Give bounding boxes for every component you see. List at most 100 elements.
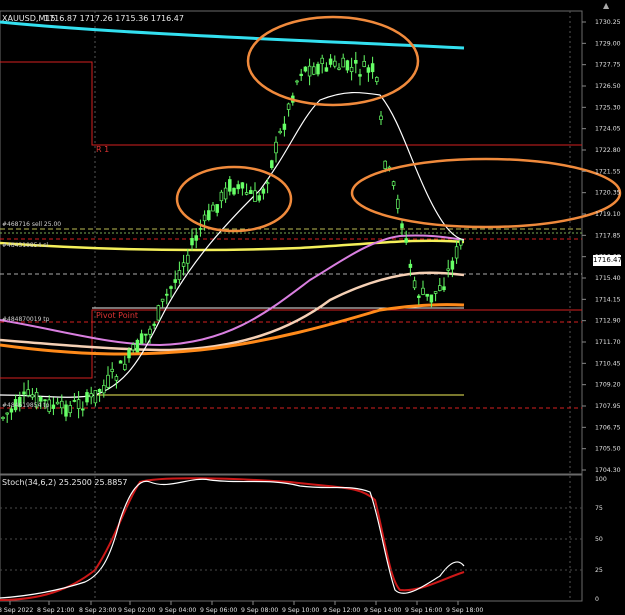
price-tick-label: 1712.90 [595,318,621,325]
pivot-point-label: Pivot Point [96,311,139,320]
candle-body [26,389,30,396]
stoch-tick-label: 75 [595,505,603,512]
candle-body [81,408,85,411]
candle-body [72,400,77,402]
time-tick-label: 9 Sep 16:00 [405,607,442,614]
candle-body [177,270,182,280]
candle-body [97,388,102,393]
order-tag-tp[interactable]: #484870019 tp [2,316,49,323]
candle-body [186,254,190,264]
order-tag-sl[interactable]: #484319854 sl [2,242,48,249]
time-tick-label: 9 Sep 04:00 [159,607,196,614]
candle-body [240,182,245,189]
time-tick-label: 9 Sep 08:00 [241,607,278,614]
candle-body [442,286,446,291]
time-axis[interactable]: 8 Sep 2022 8 Sep 21:00 8 Sep 23:00 9 Sep 02… [0,601,483,614]
stoch-title: Stoch(34,6,2) 25.2500 25.8857 [2,478,128,487]
price-tick-label: 1727.75 [595,62,621,69]
price-tick-label: 1725.30 [595,104,621,111]
highlight-ellipse-top [246,15,420,107]
time-tick-label: 9 Sep 10:00 [282,607,319,614]
candle-body [110,368,114,372]
candle-body [51,404,56,409]
candle-body [320,57,324,64]
candle-body [396,198,400,209]
candle-body [265,182,270,185]
order-tag-sell[interactable]: #468716 sell 25.00 [2,221,61,228]
candle-body [169,286,173,289]
candle-body [60,400,64,409]
price-tick-label: 1711.70 [595,339,621,346]
grid-lines [94,11,571,601]
candle-body [383,160,387,169]
candle-body [412,280,417,289]
time-tick-label: 9 Sep 02:00 [118,607,155,614]
candle-body [450,260,455,270]
time-tick-label: 9 Sep 06:00 [200,607,237,614]
candle-body [194,235,198,241]
candle-body [295,80,299,83]
candle-body [425,293,429,297]
time-tick-label: 9 Sep 12:00 [323,607,360,614]
candle-body [408,263,413,268]
candle-body [89,393,93,398]
candle-body [165,293,169,296]
drawn-ellipses[interactable] [175,15,622,233]
price-tick-label: 1706.75 [595,424,621,431]
candle-body [349,67,354,73]
candle-body [286,103,291,110]
trading-chart-window: 1730.25 1729.00 1727.75 1726.50 1725.30 1724.… [0,0,625,615]
chevron-up-icon[interactable]: ▲ [603,1,609,10]
candle-body [102,385,106,394]
candle-body [282,123,287,130]
price-chart[interactable]: 1730.25 1729.00 1727.75 1726.50 1725.30 1724.… [0,0,625,615]
price-tick-label: 1707.95 [595,403,621,410]
candle-body [249,190,253,195]
candle-body [9,408,14,413]
candle-body [123,363,127,370]
order-tag-tp-2[interactable]: #484619854 tp [2,402,49,409]
stoch-tick-label: 100 [595,476,607,483]
candle-body [181,262,186,267]
candle-body [55,401,60,405]
price-tick-label: 1710.45 [595,360,621,367]
price-tick-label: 1730.25 [595,19,621,26]
price-axis[interactable]: 1730.25 1729.00 1727.75 1726.50 1725.30 1724.… [582,19,621,474]
candle-body [131,344,135,351]
price-tick-label: 1705.50 [595,446,621,453]
candle-body [228,179,232,192]
candle-body [190,238,194,246]
candle-body [5,412,9,415]
cyan-ma-line [0,20,465,50]
candle-body [236,184,240,190]
candle-body [366,67,371,73]
pivot-line [0,309,582,379]
yellow-ma-line [0,239,465,252]
price-tick-label: 1722.80 [595,147,621,154]
stoch-tick-label: 25 [595,567,603,574]
candle-body [429,294,434,303]
candle-body [404,238,408,243]
candle-body [244,192,249,195]
stoch-panel-border [0,474,583,602]
price-tick-label: 1709.20 [595,382,621,389]
candle-body [127,349,131,359]
r1-level-label: R 1 [96,145,110,154]
stoch-axis: 100 75 50 25 0 [0,476,607,603]
price-tick-label: 1721.55 [595,168,621,175]
candle-body [160,298,165,302]
candle-body [22,391,26,395]
candle-body [219,191,224,202]
level-lines [0,61,582,409]
candle-body [85,392,89,403]
candle-body [64,404,68,417]
candle-body [358,74,362,77]
candle-body [135,339,140,353]
candle-body [303,66,308,72]
candle-body [307,65,312,77]
candle-body [43,399,47,402]
time-tick-label: 8 Sep 21:00 [37,607,74,614]
ohlc-readout: 1716.87 1717.26 1715.36 1716.47 [44,14,184,23]
price-tick-label: 1729.00 [595,40,621,47]
time-tick-label: 9 Sep 18:00 [446,607,483,614]
